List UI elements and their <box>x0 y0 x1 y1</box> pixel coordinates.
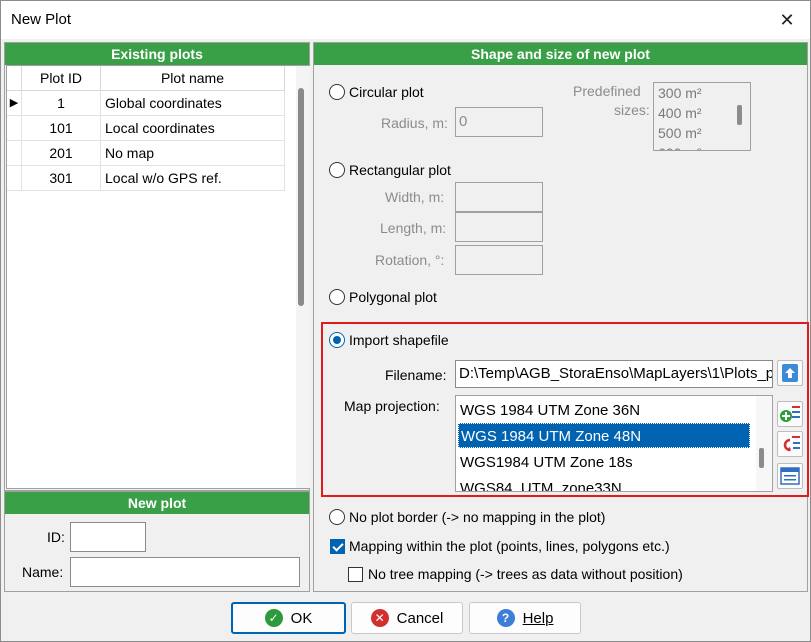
list-item[interactable]: 300 m² <box>656 83 702 104</box>
cancel-icon: ✕ <box>370 609 389 627</box>
cancel-button[interactable]: ✕ Cancel <box>351 602 463 634</box>
list-item[interactable]: 400 m² <box>656 103 702 124</box>
id-input[interactable] <box>70 522 146 552</box>
width-input[interactable] <box>455 182 543 212</box>
plot-id-cell: 101 <box>22 116 101 141</box>
rectangular-plot-label[interactable]: Rectangular plot <box>349 162 451 178</box>
length-label: Length, m: <box>380 220 447 236</box>
window-icon <box>780 467 800 485</box>
list-item[interactable]: 600 m² <box>656 143 702 150</box>
list-item[interactable]: WGS 1984 UTM Zone 36N <box>458 398 750 423</box>
predefined-sizes-label: sizes: <box>614 102 650 118</box>
circular-plot-label[interactable]: Circular plot <box>349 84 424 100</box>
filename-input[interactable]: D:\Temp\AGB_StoraEnso\MapLayers\1\Plots_… <box>455 360 773 388</box>
projection-scrollbar[interactable] <box>756 396 772 491</box>
no-tree-mapping-checkbox[interactable] <box>348 567 363 582</box>
add-list-icon <box>780 406 800 422</box>
filename-value: D:\Temp\AGB_StoraEnso\MapLayers\1\Plots_… <box>459 365 773 382</box>
help-icon: ? <box>496 609 515 627</box>
existing-plots-header: Existing plots <box>5 43 309 65</box>
width-label: Width, m: <box>385 189 445 205</box>
radius-label: Radius, m: <box>381 115 448 131</box>
rotation-label: Rotation, °: <box>375 252 445 268</box>
grid-scrollbar-thumb[interactable] <box>298 88 304 306</box>
no-plot-border-radio[interactable] <box>329 509 345 525</box>
plot-name-cell: Global coordinates <box>101 91 285 116</box>
no-plot-border-label[interactable]: No plot border (-> no mapping in the plo… <box>349 509 605 525</box>
import-shapefile-radio[interactable] <box>329 332 345 348</box>
ok-button[interactable]: ✓ OK <box>231 602 346 634</box>
close-button[interactable]: ✕ <box>764 1 810 39</box>
polygonal-plot-label[interactable]: Polygonal plot <box>349 289 437 305</box>
table-row[interactable]: 201 No map <box>7 141 285 166</box>
close-icon: ✕ <box>779 9 795 30</box>
view-projection-button[interactable] <box>777 463 803 489</box>
col-plot-id[interactable]: Plot ID <box>22 66 101 91</box>
check-icon: ✓ <box>264 609 283 627</box>
new-plot-dialog: New Plot ✕ Existing plots Plot ID Plot n… <box>0 0 811 642</box>
help-label: Help <box>522 609 554 627</box>
circular-plot-radio[interactable] <box>329 84 345 100</box>
upload-icon <box>782 364 798 382</box>
plot-id-cell: 301 <box>22 166 101 191</box>
plot-id-cell: 201 <box>22 141 101 166</box>
swap-list-icon <box>783 436 800 452</box>
row-indicator-icon <box>7 166 22 191</box>
import-shapefile-label[interactable]: Import shapefile <box>349 332 449 348</box>
help-button[interactable]: ? Help <box>469 602 581 634</box>
row-indicator-icon <box>7 141 22 166</box>
projection-scroll-thumb[interactable] <box>759 448 764 468</box>
mapping-checkbox[interactable] <box>330 539 345 554</box>
filename-label: Filename: <box>385 367 447 383</box>
radius-value: 0 <box>459 113 468 130</box>
list-item[interactable]: WGS84_UTM_zone33N <box>458 476 750 491</box>
list-item-selected[interactable]: WGS 1984 UTM Zone 48N <box>458 423 750 448</box>
mapping-label[interactable]: Mapping within the plot (points, lines, … <box>349 538 670 554</box>
grid-header: Plot ID Plot name <box>7 66 285 91</box>
grid-corner <box>7 66 22 91</box>
predefined-scroll-thumb[interactable] <box>737 105 742 125</box>
radius-input[interactable]: 0 <box>455 107 543 137</box>
length-input[interactable] <box>455 212 543 242</box>
add-projection-button[interactable] <box>777 401 803 427</box>
plot-name-cell: Local coordinates <box>101 116 285 141</box>
table-row[interactable]: 301 Local w/o GPS ref. <box>7 166 285 191</box>
map-projection-label: Map projection: <box>344 398 440 414</box>
col-plot-name[interactable]: Plot name <box>101 66 285 91</box>
name-label: Name: <box>22 564 64 580</box>
browse-file-button[interactable] <box>777 360 803 386</box>
list-item[interactable]: 500 m² <box>656 123 702 144</box>
title-bar: New Plot ✕ <box>1 1 810 39</box>
predefined-label: Predefined <box>573 83 641 99</box>
cancel-label: Cancel <box>396 609 444 627</box>
polygonal-plot-radio[interactable] <box>329 289 345 305</box>
name-input[interactable] <box>70 557 300 587</box>
row-indicator-icon: ▶ <box>7 91 22 116</box>
no-tree-mapping-label[interactable]: No tree mapping (-> trees as data withou… <box>368 566 683 582</box>
window-title: New Plot <box>11 11 72 28</box>
row-indicator-icon <box>7 116 22 141</box>
predefined-sizes-list[interactable]: 300 m² 400 m² 500 m² 600 m² <box>653 82 751 151</box>
ok-label: OK <box>290 609 313 627</box>
plot-name-cell: Local w/o GPS ref. <box>101 166 285 191</box>
map-projection-list[interactable]: WGS 1984 UTM Zone 36N WGS 1984 UTM Zone … <box>455 395 773 492</box>
rotation-input[interactable] <box>455 245 543 275</box>
plots-grid[interactable]: Plot ID Plot name ▶ 1 Global coordinates… <box>6 65 310 489</box>
new-plot-header: New plot <box>5 492 309 514</box>
shape-header: Shape and size of new plot <box>314 43 807 65</box>
list-item[interactable]: WGS1984 UTM Zone 18s <box>458 450 750 475</box>
table-row[interactable]: 101 Local coordinates <box>7 116 285 141</box>
plot-id-cell: 1 <box>22 91 101 116</box>
rectangular-plot-radio[interactable] <box>329 162 345 178</box>
plot-name-cell: No map <box>101 141 285 166</box>
id-label: ID: <box>47 529 65 545</box>
replace-projection-button[interactable] <box>777 431 803 457</box>
table-row[interactable]: ▶ 1 Global coordinates <box>7 91 285 116</box>
